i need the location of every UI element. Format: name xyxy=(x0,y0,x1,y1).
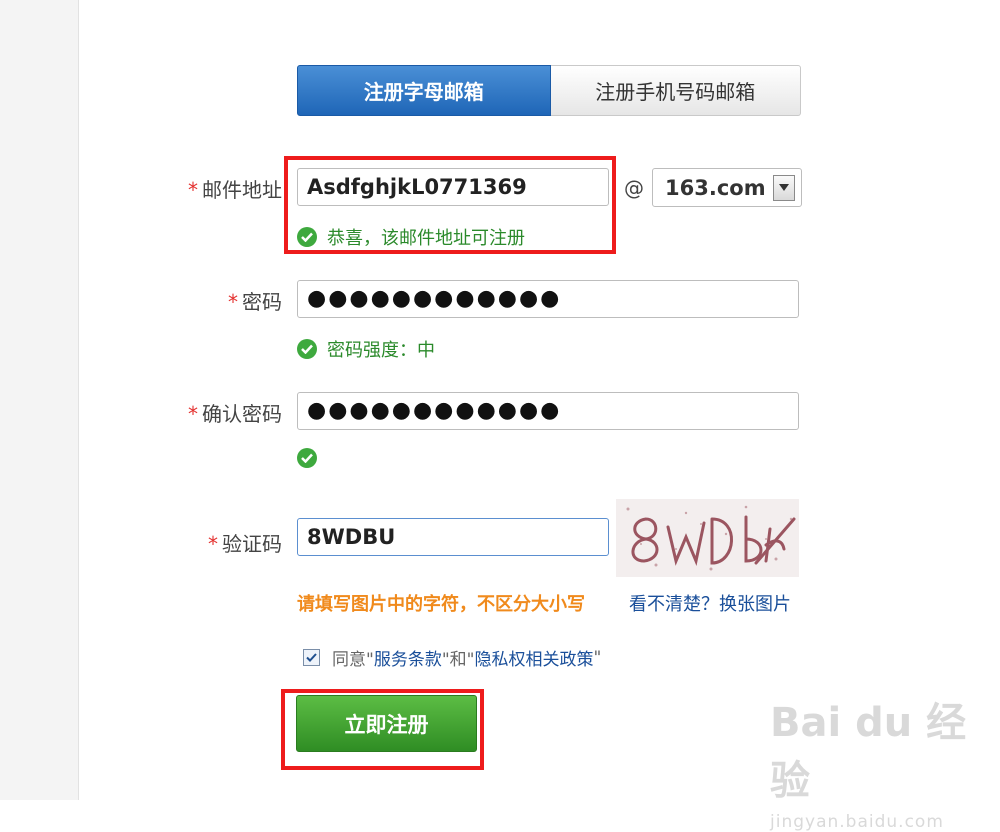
captcha-input[interactable] xyxy=(297,518,609,556)
email-label: * 邮件地址 xyxy=(188,178,282,202)
confirm-hint xyxy=(297,448,327,468)
agreement-suffix: " xyxy=(593,647,602,668)
captcha-label: * 验证码 xyxy=(208,532,282,556)
password-strength: 密码强度：中 xyxy=(297,336,435,362)
baidu-jingyan-watermark: Bai du 经验 jingyan.baidu.com xyxy=(770,690,1000,832)
left-rail xyxy=(0,0,79,800)
agree-checkbox[interactable] xyxy=(303,649,320,666)
tab-mobile-email[interactable]: 注册手机号码邮箱 xyxy=(550,65,801,116)
agreement-prefix: 同意" xyxy=(332,650,374,670)
password-input[interactable]: ●●●●●●●●●●●● xyxy=(297,280,799,318)
watermark-url: jingyan.baidu.com xyxy=(770,812,944,832)
email-domain-select[interactable]: 163.com xyxy=(652,168,802,207)
captcha-image[interactable] xyxy=(616,499,799,577)
agreement-row: 同意" 服务条款 "和" 隐私权相关政策 " xyxy=(303,645,601,670)
at-sign: @ xyxy=(624,176,644,200)
tab-letter-email[interactable]: 注册字母邮箱 xyxy=(297,65,551,116)
email-domain-value: 163.com xyxy=(665,175,766,200)
chevron-down-icon[interactable] xyxy=(773,174,795,201)
check-circle-icon xyxy=(297,339,317,359)
check-circle-icon xyxy=(297,448,317,468)
password-label: * 密码 xyxy=(228,290,282,314)
watermark-logo-text: Bai du 经验 xyxy=(770,700,967,804)
captcha-hint: 请填写图片中的字符，不区分大小写 xyxy=(297,594,585,615)
confirm-password-input[interactable]: ●●●●●●●●●●●● xyxy=(297,392,799,430)
confirm-password-label: * 确认密码 xyxy=(188,402,282,426)
highlight-box-email xyxy=(284,156,616,254)
register-tabs: 注册字母邮箱 注册手机号码邮箱 xyxy=(297,65,801,116)
password-strength-text: 密码强度：中 xyxy=(327,340,435,361)
agreement-middle: "和" xyxy=(441,650,475,670)
privacy-link[interactable]: 隐私权相关政策 xyxy=(474,645,593,670)
required-mark: * xyxy=(188,178,198,202)
terms-link[interactable]: 服务条款 xyxy=(374,645,442,670)
highlight-box-submit xyxy=(281,689,484,770)
refresh-captcha-link[interactable]: 看不清楚？换张图片 xyxy=(629,590,791,616)
